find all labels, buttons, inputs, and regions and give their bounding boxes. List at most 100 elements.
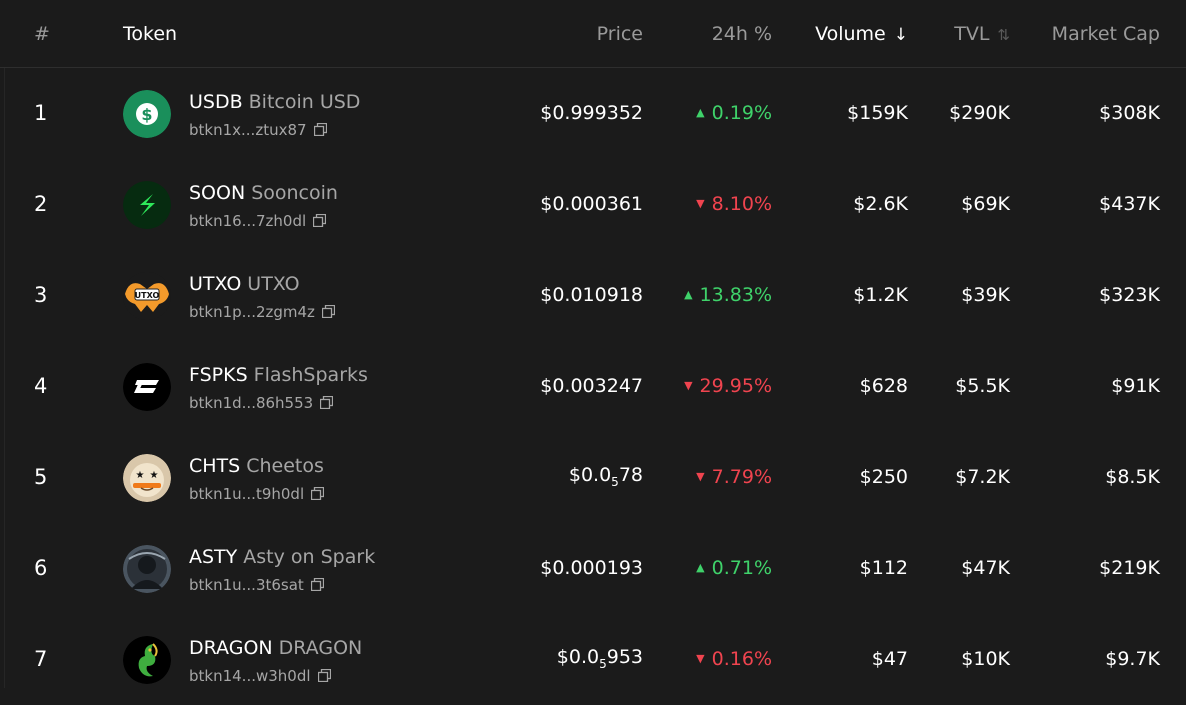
token-name[interactable]: SOON Sooncoin [189,181,338,205]
triangle-down-icon: ▼ [696,652,705,665]
token-symbol: CHTS [189,455,241,477]
asty-avatar-icon [123,545,171,593]
table-row[interactable]: 7 DRAGON DRAGON btkn14...w3h0dl $0.05953 … [0,614,1186,705]
volume: $112 [859,557,908,579]
address-text: btkn1u...3t6sat [189,576,304,594]
rank: 3 [34,283,48,307]
rank: 5 [34,465,48,489]
token-table: # Token Price 24h % Volume ↓ TVL ⇅ Market … [0,0,1186,688]
token-fullname: Asty on Spark [243,546,376,568]
header-price[interactable]: Price [597,22,643,46]
arrow-down-icon: ↓ [893,25,908,45]
change-value: 8.10% [711,193,772,215]
soon-logo-icon [123,181,171,229]
rank: 6 [34,556,48,580]
table-row[interactable]: 6 ASTY Asty on Spark btkn1u...3t6sat $0.0… [0,523,1186,614]
market-cap: $437K [1099,193,1160,215]
market-cap: $323K [1099,284,1160,306]
tvl: $7.2K [955,466,1010,488]
change: ▲ 0.71% [696,557,772,579]
market-cap: $91K [1111,375,1160,397]
header-change[interactable]: 24h % [712,22,772,46]
triangle-down-icon: ▼ [696,197,705,210]
header-market-cap[interactable]: Market Cap [1052,22,1160,46]
price-tail: 78 [618,464,643,486]
triangle-down-icon: ▼ [684,379,693,392]
tvl: $10K [961,648,1010,670]
price-zero-count: 5 [599,657,607,671]
triangle-up-icon: ▲ [696,106,705,119]
table-header: # Token Price 24h % Volume ↓ TVL ⇅ Market … [0,0,1186,68]
copy-icon[interactable] [321,303,336,323]
copy-icon[interactable] [310,485,325,505]
tvl: $39K [961,284,1010,306]
copy-icon[interactable] [313,212,327,232]
token-symbol: ASTY [189,546,238,568]
token-name[interactable]: USDB Bitcoin USD [189,90,360,114]
change-value: 0.19% [711,102,772,124]
header-token: Token [123,23,178,45]
price: $0.999352 [540,102,643,124]
change-value: 7.79% [711,466,772,488]
token-address: btkn1p...2zgm4z [189,302,336,323]
token-address: btkn1u...t9h0dl [189,484,325,505]
change-value: 29.95% [699,375,772,397]
copy-icon[interactable] [313,121,327,141]
rank: 2 [34,192,48,216]
copy-icon[interactable] [310,576,324,596]
market-cap: $219K [1099,557,1160,579]
token-name[interactable]: DRAGON DRAGON [189,636,362,660]
volume: $628 [859,375,908,397]
dragon-logo-icon [123,636,171,684]
change: ▼ 29.95% [684,375,772,397]
price: $0.000193 [540,557,643,579]
token-name[interactable]: UTXO UTXO [189,272,300,296]
table-row[interactable]: 3 UTXO UTXO UTXO btkn1p...2zgm4z $0.01091… [0,250,1186,341]
price-zero-count: 5 [611,475,619,489]
volume: $1.2K [853,284,908,306]
change: ▼ 7.79% [696,466,772,488]
volume: $2.6K [853,193,908,215]
copy-icon[interactable] [320,394,334,414]
table-row[interactable]: 5 ★ ★ CHTS Cheetos btkn1u...t9h0dl $0.0578… [0,432,1186,523]
address-text: btkn1p...2zgm4z [189,303,315,321]
utxo-logo-icon: UTXO [123,272,171,320]
rank: 4 [34,374,48,398]
token-fullname: Bitcoin USD [248,91,361,113]
change: ▼ 0.16% [696,648,772,670]
market-cap: $308K [1099,102,1160,124]
token-name[interactable]: ASTY Asty on Spark [189,545,375,569]
utxo-logo-text: UTXO [135,291,160,300]
change-value: 0.71% [711,557,772,579]
token-symbol: FSPKS [189,364,248,386]
header-tvl-label: TVL [954,23,990,45]
price: $0.003247 [540,375,643,397]
address-text: btkn1d...86h553 [189,394,314,412]
address-text: btkn1u...t9h0dl [189,485,305,503]
token-name[interactable]: CHTS Cheetos [189,454,324,478]
header-tvl[interactable]: TVL ⇅ [954,22,1010,47]
triangle-down-icon: ▼ [696,470,705,483]
token-address: btkn1d...86h553 [189,393,334,414]
svg-text:★: ★ [150,470,159,481]
price: $0.05953 [557,646,643,671]
token-name[interactable]: FSPKS FlashSparks [189,363,368,387]
change-value: 0.16% [711,648,772,670]
price-tail: 953 [606,646,643,668]
table-row[interactable]: 4 FSPKS FlashSparks btkn1d...86h553 $0.00… [0,341,1186,432]
fspks-logo-icon [123,363,171,411]
tvl: $47K [961,557,1010,579]
header-rank: # [34,23,50,45]
copy-icon[interactable] [317,667,331,687]
table-row[interactable]: 1 $ USDB Bitcoin USD btkn1x...ztux87 $0.9… [0,68,1186,159]
header-volume[interactable]: Volume ↓ [815,22,908,47]
table-row[interactable]: 2 SOON Sooncoin btkn16...7zh0dl $0.000361… [0,159,1186,250]
token-fullname: Cheetos [246,455,324,477]
volume: $159K [847,102,908,124]
tvl: $290K [949,102,1010,124]
header-volume-label: Volume [815,23,886,45]
svg-text:★: ★ [136,470,145,481]
token-fullname: FlashSparks [253,364,368,386]
market-cap: $9.7K [1105,648,1160,670]
sort-icon: ⇅ [997,26,1010,44]
